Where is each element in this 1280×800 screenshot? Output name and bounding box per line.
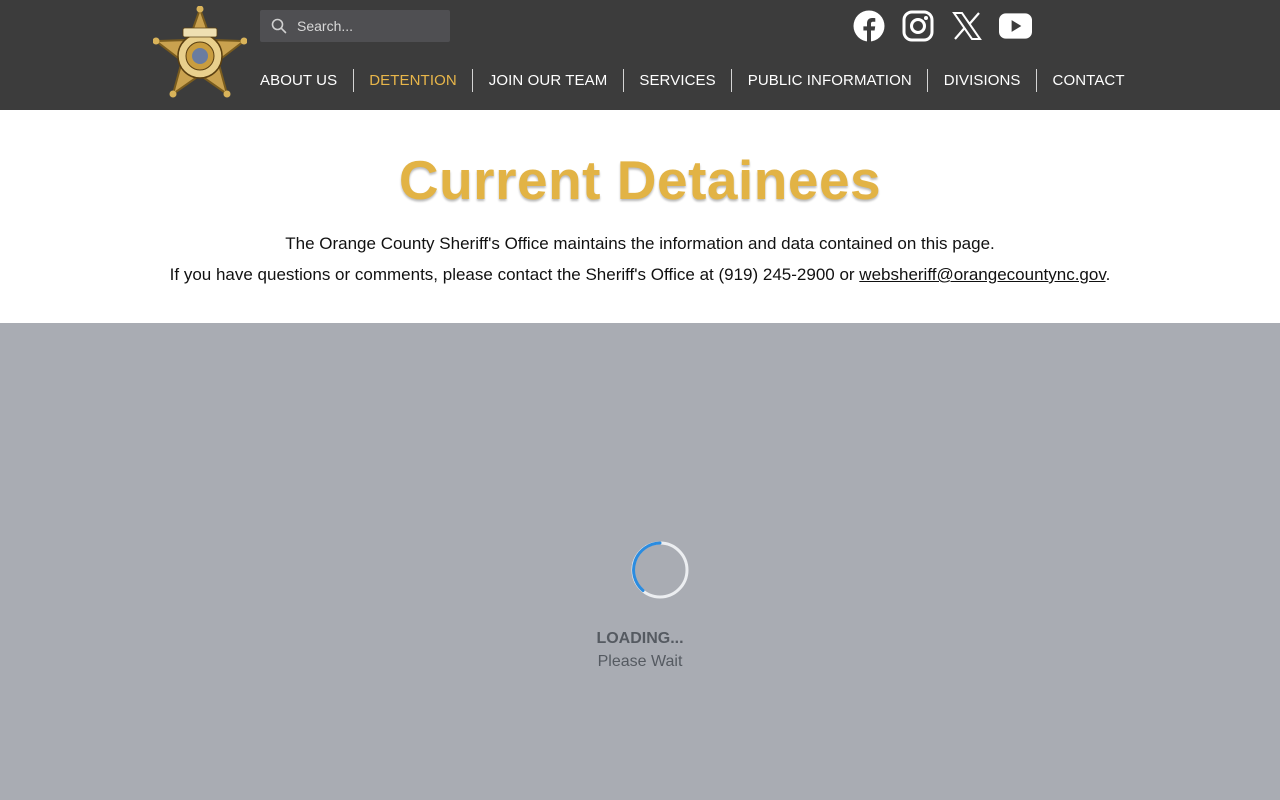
detainee-list-loading: LOADING... Please Wait <box>0 323 1280 800</box>
instagram-icon[interactable] <box>901 8 934 43</box>
nav-about-us[interactable]: ABOUT US <box>260 72 337 89</box>
nav-public-information[interactable]: PUBLIC INFORMATION <box>748 72 912 89</box>
loading-spinner-icon <box>631 541 689 599</box>
page-title: Current Detainees <box>398 149 882 211</box>
nav-services[interactable]: SERVICES <box>639 72 715 89</box>
contact-text-prefix: If you have questions or comments, pleas… <box>169 265 860 284</box>
contact-text: If you have questions or comments, pleas… <box>0 265 1280 285</box>
site-header: ABOUT US DETENTION JOIN OUR TEAM SERVICE… <box>0 0 1280 110</box>
nav-divisions[interactable]: DIVISIONS <box>944 72 1021 89</box>
search-box[interactable] <box>260 10 450 42</box>
nav-join-our-team[interactable]: JOIN OUR TEAM <box>489 72 608 89</box>
loading-subtitle: Please Wait <box>597 653 683 670</box>
email-link[interactable]: websheriff@orangecountync.gov <box>859 265 1105 284</box>
nav-divider <box>622 68 624 92</box>
contact-text-suffix: . <box>1105 265 1111 284</box>
nav-divider <box>1036 68 1038 92</box>
social-links <box>852 8 1032 43</box>
main-nav: ABOUT US DETENTION JOIN OUR TEAM SERVICE… <box>260 68 1125 92</box>
nav-divider <box>927 68 929 92</box>
x-icon[interactable] <box>950 8 983 43</box>
sheriff-badge-logo[interactable] <box>152 5 248 102</box>
facebook-icon[interactable] <box>852 8 885 43</box>
nav-divider <box>731 68 733 92</box>
disclaimer-text: The Orange County Sheriff's Office maint… <box>285 234 995 253</box>
nav-divider <box>352 68 354 92</box>
search-input[interactable] <box>297 18 437 34</box>
youtube-icon[interactable] <box>999 8 1032 43</box>
nav-detention[interactable]: DETENTION <box>369 72 457 89</box>
nav-contact[interactable]: CONTACT <box>1053 72 1125 89</box>
search-icon <box>271 18 287 34</box>
nav-divider <box>472 68 474 92</box>
loading-title: LOADING... <box>596 630 684 647</box>
sheriff-star-badge-icon <box>152 5 248 98</box>
intro-section: Current Detainees The Orange County Sher… <box>0 110 1280 323</box>
